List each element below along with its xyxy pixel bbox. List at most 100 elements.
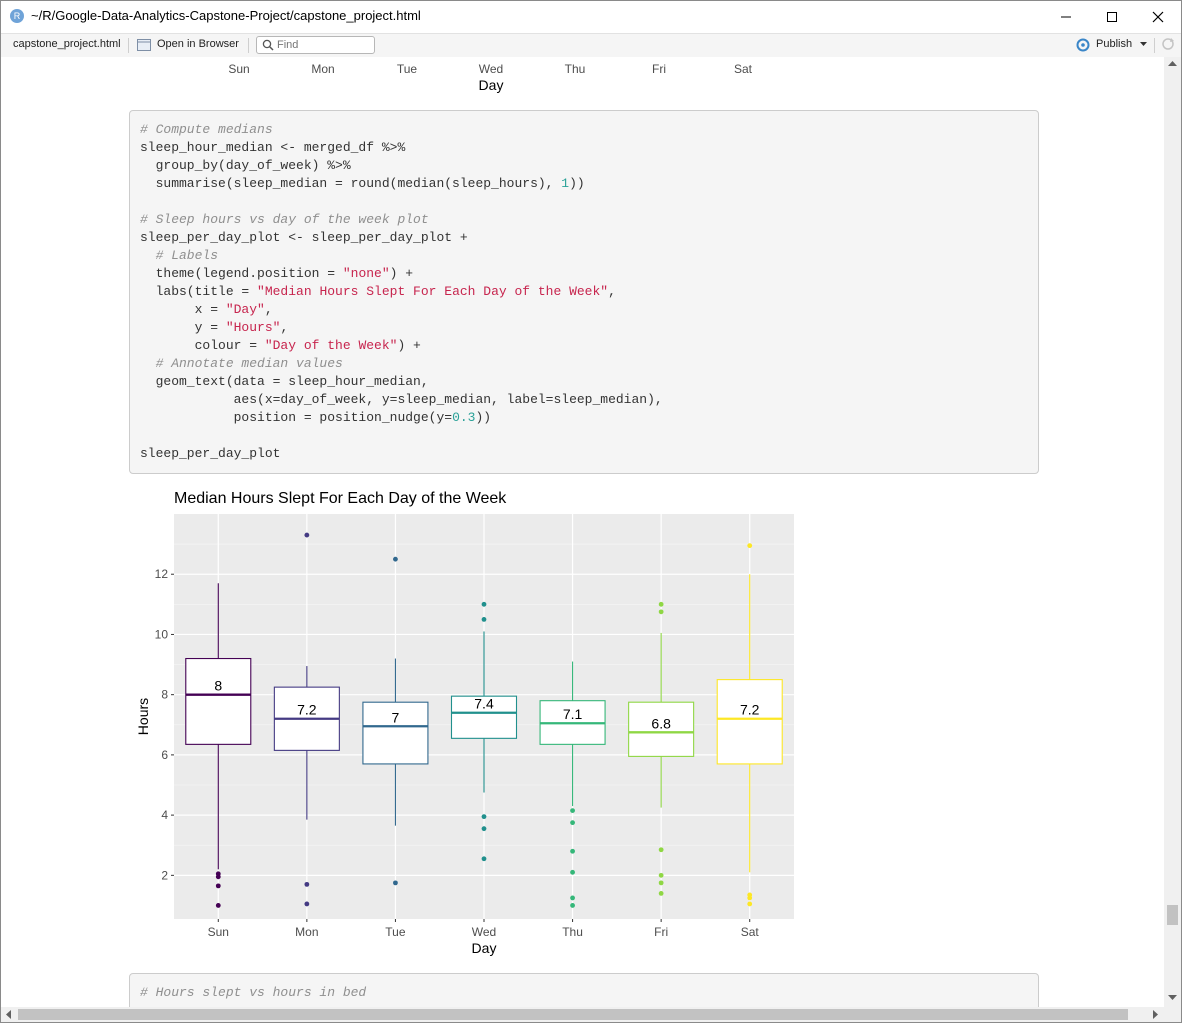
horizontal-scrollbar[interactable] <box>1 1007 1164 1022</box>
iqr-box <box>716 679 783 765</box>
median-label: 7.2 <box>740 702 760 718</box>
outlier-point <box>658 609 664 615</box>
code-token: labs(title = <box>140 284 258 299</box>
code-token: , <box>608 284 616 299</box>
code-token: , <box>264 302 273 317</box>
publish-icon <box>1075 38 1092 55</box>
outlier-point <box>215 903 221 908</box>
code-token: "Day" <box>225 302 265 317</box>
r-code: # Compute medians sleep_hour_median <- m… <box>130 111 1038 473</box>
outlier-point <box>658 891 664 896</box>
outlier-point <box>570 848 575 854</box>
code-token: x = <box>140 302 226 317</box>
code-token: sleep_per_day_plot <box>140 446 281 461</box>
close-button[interactable] <box>1135 1 1181 32</box>
scroll-left-icon[interactable] <box>5 1010 13 1019</box>
previous-chart-tick-label: Tue <box>397 62 418 76</box>
previous-chart-tick-label: Sun <box>228 62 249 76</box>
vertical-scroll-thumb[interactable] <box>1167 905 1178 925</box>
vertical-scrollbar[interactable] <box>1164 57 1181 1007</box>
code-token: "Median Hours Slept For Each Day of the … <box>257 284 609 299</box>
maximize-button[interactable] <box>1089 1 1135 32</box>
outlier-point <box>481 616 487 622</box>
r-app-icon: R <box>10 9 24 23</box>
outlier-point <box>481 856 487 862</box>
outlier-point <box>304 532 310 538</box>
median-label: 7.4 <box>474 696 494 712</box>
horizontal-scroll-thumb[interactable] <box>18 1009 1128 1020</box>
scroll-down-icon[interactable] <box>1168 993 1177 1001</box>
sleep-boxplot-chart: Median Hours Slept For Each Day of the W… <box>135 490 794 956</box>
previous-chart-tick-label: Thu <box>565 62 586 76</box>
previous-chart-tick-label: Fri <box>652 62 666 76</box>
outlier-point <box>570 895 575 901</box>
y-axis-title: Hours <box>135 698 151 735</box>
code-token: "Day of the Week" <box>264 338 398 353</box>
minimize-button[interactable] <box>1043 1 1089 32</box>
outlier-point <box>570 869 575 875</box>
code-token: theme(legend.position = <box>140 266 343 281</box>
outlier-point <box>481 814 487 820</box>
close-icon <box>1152 11 1164 22</box>
code-token: ) + <box>397 338 421 353</box>
code-token: aes(x=day_of_week, y=sleep_median, label… <box>140 392 663 407</box>
code-token: 1 <box>561 176 570 191</box>
y-tick-label: 4 <box>161 808 168 822</box>
x-tick-label: Wed <box>472 925 496 939</box>
toolbar-divider <box>128 38 129 53</box>
code-token: "Hours" <box>225 320 281 335</box>
html-viewer-content: Sun Mon Tue Wed Thu Fri Sat Day # Compute medi… <box>1 57 1164 1007</box>
x-tick-label: Sun <box>208 925 229 939</box>
code-token: summarise(sleep_median = round(median(sl… <box>140 176 562 191</box>
outlier-point <box>658 847 664 853</box>
outlier-point <box>481 601 487 607</box>
y-tick-label: 8 <box>161 688 168 702</box>
outlier-point <box>658 601 664 607</box>
x-tick-label: Sat <box>741 925 760 939</box>
code-token: )) <box>475 410 492 425</box>
code-token: position = position_nudge(y= <box>140 410 453 425</box>
outlier-point <box>304 881 310 887</box>
scroll-right-icon[interactable] <box>1151 1010 1159 1019</box>
file-name-label: capstone_project.html <box>13 38 121 50</box>
publish-dropdown-icon[interactable] <box>1140 39 1147 51</box>
r-code: # Hours slept vs hours in bed <box>130 974 1038 1007</box>
code-token: # Annotate median values <box>140 356 343 371</box>
refresh-icon[interactable] <box>1161 37 1175 54</box>
publish-button[interactable]: Publish <box>1096 38 1132 50</box>
find-box[interactable] <box>256 36 375 54</box>
code-token: # Hours slept vs hours in bed <box>140 985 367 1000</box>
code-token: , <box>280 320 289 335</box>
previous-chart-tick-label: Wed <box>479 62 503 76</box>
title-bar: R ~/R/Google-Data-Analytics-Capstone-Pro… <box>1 1 1181 32</box>
code-token: group_by(day_of_week) %>% <box>140 158 351 173</box>
open-in-browser-button[interactable]: Open in Browser <box>157 38 239 50</box>
window-title: ~/R/Google-Data-Analytics-Capstone-Proje… <box>31 8 421 23</box>
outlier-point <box>304 901 310 907</box>
outlier-point <box>215 883 221 889</box>
outlier-point <box>393 556 398 562</box>
x-tick-label: Tue <box>385 925 406 939</box>
code-block: # Compute medians sleep_hour_median <- m… <box>129 110 1039 474</box>
chart-title: Median Hours Slept For Each Day of the W… <box>174 490 507 507</box>
outlier-point <box>658 880 664 886</box>
code-token: )) <box>569 176 585 191</box>
outlier-point <box>570 808 575 813</box>
toolbar-divider <box>248 38 249 53</box>
median-label: 7.2 <box>297 702 317 718</box>
scroll-up-icon[interactable] <box>1168 60 1177 68</box>
outlier-point <box>570 820 575 826</box>
x-tick-label: Mon <box>295 925 318 939</box>
previous-chart-tick-label: Sat <box>734 62 753 76</box>
toolbar-divider <box>1154 38 1155 53</box>
iqr-box <box>185 657 252 745</box>
browser-icon <box>137 39 151 54</box>
y-tick-label: 10 <box>155 627 169 641</box>
code-block: # Hours slept vs hours in bed <box>129 973 1039 1007</box>
find-input[interactable] <box>277 37 369 53</box>
outlier-point <box>215 874 221 880</box>
code-token: ) + <box>389 266 414 281</box>
scrollbar-corner <box>1164 1007 1181 1022</box>
previous-chart-xlabel: Day <box>479 77 504 93</box>
x-axis-title: Day <box>472 940 497 956</box>
